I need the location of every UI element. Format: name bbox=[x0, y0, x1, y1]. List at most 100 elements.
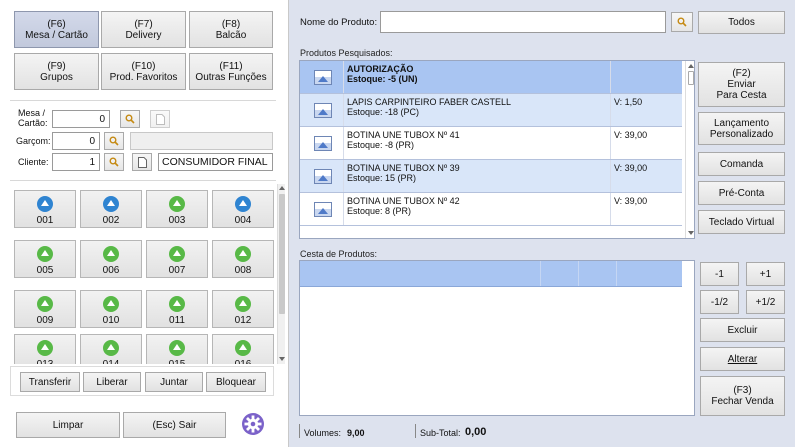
minus-one-button[interactable]: -1 bbox=[700, 262, 739, 286]
table-button-010[interactable]: 010 bbox=[80, 290, 142, 328]
table-button-016[interactable]: 016 bbox=[212, 334, 274, 364]
garcom-input[interactable]: 0 bbox=[52, 132, 100, 150]
product-price: V: 39,00 bbox=[614, 196, 648, 206]
product-stock: Estoque: -5 (UN) bbox=[347, 74, 418, 84]
table-button-007[interactable]: 007 bbox=[146, 240, 208, 278]
product-search-input[interactable] bbox=[380, 11, 666, 33]
alterar-button[interactable]: Alterar bbox=[700, 347, 785, 371]
divider bbox=[10, 100, 276, 101]
scroll-up-arrow[interactable] bbox=[279, 186, 285, 190]
mode-label: Grupos bbox=[40, 71, 73, 83]
mode-label: Delivery bbox=[125, 29, 162, 41]
table-number: 008 bbox=[234, 265, 252, 276]
minus-half-button[interactable]: -1/2 bbox=[700, 290, 739, 314]
product-name: BOTINA UNE TUBOX Nº 42 Estoque: 8 (PR) bbox=[347, 196, 460, 216]
table-button-003[interactable]: 003 bbox=[146, 190, 208, 228]
lancamento-personalizado-button[interactable]: Lançamento Personalizado bbox=[698, 112, 785, 145]
bloquear-button[interactable]: Bloquear bbox=[206, 372, 266, 392]
scroll-thumb[interactable] bbox=[279, 194, 285, 314]
product-price: V: 39,00 bbox=[614, 163, 648, 173]
mode-button-favoritos[interactable]: (F10) Prod. Favoritos bbox=[101, 53, 186, 90]
product-name: BOTINA UNE TUBOX Nº 39 Estoque: 15 (PR) bbox=[347, 163, 460, 183]
table-number: 014 bbox=[81, 359, 141, 364]
garcom-label: Garçom: bbox=[16, 136, 51, 146]
enviar-key: (F2) bbox=[732, 68, 751, 79]
plus-half-button[interactable]: +1/2 bbox=[746, 290, 785, 314]
basket-grid bbox=[299, 260, 695, 416]
tables-scrollbar[interactable] bbox=[277, 184, 285, 364]
product-row[interactable]: BOTINA UNE TUBOX Nº 41 Estoque: -8 (PR) V… bbox=[300, 127, 682, 160]
table-number: 011 bbox=[169, 315, 185, 326]
sair-button[interactable]: (Esc) Sair bbox=[123, 412, 226, 438]
scroll-down-arrow[interactable] bbox=[279, 357, 285, 361]
scroll-down-arrow[interactable] bbox=[688, 231, 694, 235]
cliente-input[interactable]: 1 bbox=[52, 153, 100, 171]
product-name: AUTORIZAÇÃO Estoque: -5 (UN) bbox=[347, 64, 418, 84]
basket-header-row bbox=[300, 261, 682, 287]
mesa-search-button[interactable] bbox=[120, 110, 140, 128]
product-price: V: 1,50 bbox=[614, 97, 643, 107]
cliente-search-button[interactable] bbox=[104, 153, 124, 171]
table-button-014[interactable]: 014 bbox=[80, 334, 142, 364]
available-status-icon bbox=[103, 340, 119, 356]
limpar-button[interactable]: Limpar bbox=[16, 412, 120, 438]
image-icon bbox=[314, 70, 332, 85]
settings-gear-icon[interactable] bbox=[241, 412, 265, 436]
table-button-012[interactable]: 012 bbox=[212, 290, 274, 328]
product-row[interactable]: BOTINA UNE TUBOX Nº 42 Estoque: 8 (PR) V:… bbox=[300, 193, 682, 226]
scroll-thumb[interactable] bbox=[688, 71, 694, 85]
liberar-button[interactable]: Liberar bbox=[83, 372, 141, 392]
table-button-002[interactable]: 002 bbox=[80, 190, 142, 228]
mode-button-mesa[interactable]: (F6) Mesa / Cartão bbox=[14, 11, 99, 48]
mode-button-grupos[interactable]: (F9) Grupos bbox=[14, 53, 99, 90]
left-panel: (F6) Mesa / Cartão (F7) Delivery (F8) Ba… bbox=[0, 0, 288, 447]
mode-button-outras[interactable]: (F11) Outras Funções bbox=[189, 53, 273, 90]
enviar-cesta-button[interactable]: (F2) Enviar Para Cesta bbox=[698, 62, 785, 107]
occupied-status-icon bbox=[37, 196, 53, 212]
occupied-status-icon bbox=[235, 196, 251, 212]
cliente-label: Cliente: bbox=[18, 157, 49, 167]
available-status-icon bbox=[37, 246, 53, 262]
mode-button-balcao[interactable]: (F8) Balcão bbox=[189, 11, 273, 48]
mode-label: Mesa / Cartão bbox=[25, 29, 88, 41]
search-icon bbox=[125, 114, 135, 124]
mesa-new-button[interactable] bbox=[150, 110, 170, 128]
product-price: V: 39,00 bbox=[614, 130, 648, 140]
mode-button-delivery[interactable]: (F7) Delivery bbox=[101, 11, 186, 48]
product-row[interactable]: BOTINA UNE TUBOX Nº 39 Estoque: 15 (PR) V… bbox=[300, 160, 682, 193]
plus-one-button[interactable]: +1 bbox=[746, 262, 785, 286]
mesa-input[interactable]: 0 bbox=[52, 110, 110, 128]
table-button-009[interactable]: 009 bbox=[14, 290, 76, 328]
todos-button[interactable]: Todos bbox=[698, 11, 785, 34]
table-button-004[interactable]: 004 bbox=[212, 190, 274, 228]
available-status-icon bbox=[235, 340, 251, 356]
product-search-button[interactable] bbox=[671, 12, 693, 32]
juntar-button[interactable]: Juntar bbox=[145, 372, 203, 392]
table-number: 009 bbox=[36, 315, 54, 326]
transferir-button[interactable]: Transferir bbox=[20, 372, 80, 392]
table-button-008[interactable]: 008 bbox=[212, 240, 274, 278]
subtotal-label: Sub-Total: bbox=[420, 428, 461, 438]
table-button-011[interactable]: 011 bbox=[146, 290, 208, 328]
table-button-006[interactable]: 006 bbox=[80, 240, 142, 278]
table-button-005[interactable]: 005 bbox=[14, 240, 76, 278]
personalizado-label: Personalizado bbox=[709, 128, 774, 140]
table-button-013[interactable]: 013 bbox=[14, 334, 76, 364]
fechar-venda-button[interactable]: (F3) Fechar Venda bbox=[700, 376, 785, 416]
scroll-up-arrow[interactable] bbox=[688, 64, 694, 68]
table-button-001[interactable]: 001 bbox=[14, 190, 76, 228]
product-name: BOTINA UNE TUBOX Nº 41 Estoque: -8 (PR) bbox=[347, 130, 460, 150]
product-row[interactable]: AUTORIZAÇÃO Estoque: -5 (UN) bbox=[300, 61, 682, 94]
teclado-virtual-button[interactable]: Teclado Virtual bbox=[698, 210, 785, 234]
cliente-new-button[interactable] bbox=[132, 153, 152, 171]
comanda-button[interactable]: Comanda bbox=[698, 152, 785, 176]
product-stock: Estoque: -8 (PR) bbox=[347, 140, 415, 150]
product-row[interactable]: LAPIS CARPINTEIRO FABER CASTELL Estoque: … bbox=[300, 94, 682, 127]
products-scrollbar[interactable] bbox=[685, 61, 694, 238]
garcom-search-button[interactable] bbox=[104, 132, 124, 150]
pre-conta-button[interactable]: Pré-Conta bbox=[698, 181, 785, 205]
footer-divider bbox=[299, 424, 300, 438]
excluir-button[interactable]: Excluir bbox=[700, 318, 785, 342]
table-button-015[interactable]: 015 bbox=[146, 334, 208, 364]
cartao-label: Cartão: bbox=[18, 118, 48, 128]
